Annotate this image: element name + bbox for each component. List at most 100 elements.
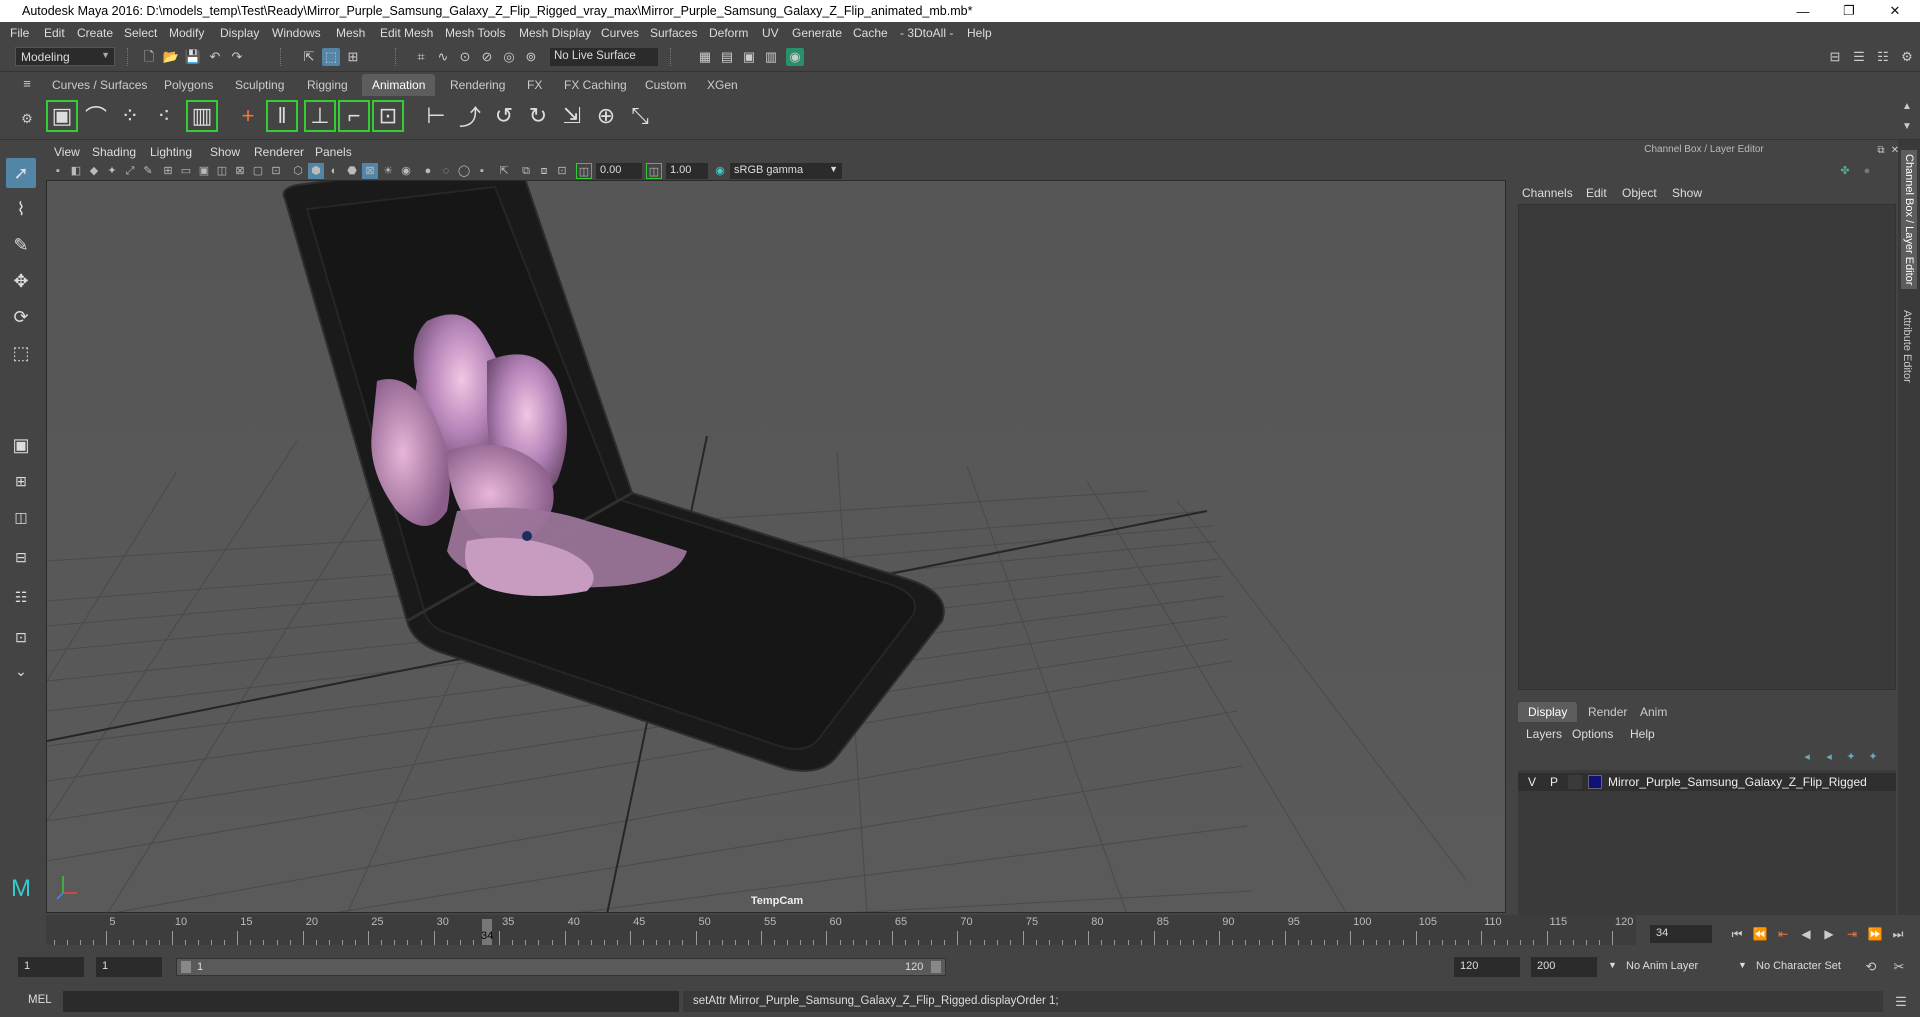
menu-mesh[interactable]: Mesh [336, 26, 365, 40]
select-component-icon[interactable]: ⊞ [344, 48, 362, 66]
time-slider[interactable]: 5 10 15 20 25 30 35 40 45 50 55 60 65 70 75 80 85 90 95 100… [46, 915, 1636, 945]
paint-select-tool-icon[interactable]: ✎ [6, 230, 36, 260]
save-scene-icon[interactable]: 💾 [184, 48, 202, 66]
snap-grid-icon[interactable]: ⌗ [412, 48, 430, 66]
viewport-menu-renderer[interactable]: Renderer [254, 145, 304, 159]
xray-icon[interactable]: ⧉ [518, 163, 534, 179]
expand-layouts-icon[interactable]: ⌄ [6, 656, 36, 686]
layer-visibility-toggle[interactable]: V [1528, 775, 1536, 789]
restore-button[interactable]: ❐ [1826, 0, 1872, 22]
current-frame-field[interactable]: 34 [1650, 925, 1712, 943]
layout-icon[interactable]: ⊟ [1826, 48, 1844, 66]
shelf-scroll-up-icon[interactable]: ▲ [1898, 98, 1916, 116]
tab-curves-surfaces[interactable]: Curves / Surfaces [42, 74, 157, 96]
exposure-field[interactable]: 0.00 [596, 163, 642, 179]
redo-icon[interactable]: ↷ [228, 48, 246, 66]
wireframe-icon[interactable]: ⬡ [290, 163, 306, 179]
gate-mask-icon[interactable]: ◫ [214, 163, 230, 179]
script-layout-icon[interactable]: ⊡ [6, 622, 36, 652]
wireframe-on-shaded-icon[interactable]: ⬣ [344, 163, 360, 179]
single-view-layout-icon[interactable]: ▣ [6, 430, 36, 460]
parent-constraint-icon[interactable]: ⊢ [420, 100, 452, 132]
tab-polygons[interactable]: Polygons [154, 74, 223, 96]
camera-select-icon[interactable]: ▪ [50, 163, 66, 179]
motion-blur-icon[interactable]: ◌ [438, 163, 454, 179]
camera-attributes-icon[interactable]: ◧ [68, 163, 84, 179]
layer-playback-toggle[interactable]: P [1550, 775, 1558, 789]
go-to-start-icon[interactable]: ⏮ [1728, 925, 1746, 943]
playblast-icon[interactable]: ▥ [186, 100, 218, 132]
viewport-menu-panels[interactable]: Panels [315, 145, 352, 159]
range-start-handle[interactable] [181, 961, 191, 973]
menu-help[interactable]: Help [967, 26, 992, 40]
aim-constraint-icon[interactable]: ↻ [522, 100, 554, 132]
viewport-menu-show[interactable]: Show [210, 145, 240, 159]
tab-animation[interactable]: Animation [362, 74, 436, 96]
options-menu[interactable]: Options [1572, 727, 1613, 741]
animation-start-field[interactable]: 1 [18, 957, 84, 977]
tab-anim-layers[interactable]: Anim [1630, 702, 1677, 722]
color-management-icon[interactable]: ◉ [712, 163, 728, 179]
layer-color-swatch[interactable] [1588, 775, 1602, 789]
menu-uv[interactable]: UV [762, 26, 779, 40]
menu-display[interactable]: Display [220, 26, 259, 40]
layer-type-toggle[interactable] [1568, 775, 1582, 789]
scale-tool-icon[interactable]: ⬚ [6, 338, 36, 368]
tab-rigging[interactable]: Rigging [297, 74, 358, 96]
render-current-icon[interactable]: ▤ [718, 48, 736, 66]
character-set-dropdown[interactable]: ▼ No Character Set [1736, 957, 1866, 977]
new-empty-layer-icon[interactable]: ✦ [1842, 748, 1860, 766]
menu-file[interactable]: File [10, 26, 29, 40]
tab-sculpting[interactable]: Sculpting [225, 74, 294, 96]
command-input[interactable] [63, 991, 679, 1012]
grease-pencil-icon[interactable]: ✎ [140, 163, 156, 179]
menu-deform[interactable]: Deform [709, 26, 748, 40]
snap-point-icon[interactable]: ⊙ [456, 48, 474, 66]
tab-rendering[interactable]: Rendering [440, 74, 515, 96]
2d-pan-zoom-icon[interactable]: ⤢ [122, 163, 138, 179]
viewport-menu-shading[interactable]: Shading [92, 145, 136, 159]
isolate-select-icon[interactable]: ⇱ [496, 163, 512, 179]
open-scene-icon[interactable]: 📂 [162, 48, 180, 66]
motion-trail-icon[interactable]: ⌒ [80, 100, 112, 132]
viewport-3d[interactable]: TempCam [46, 180, 1506, 913]
menu-surfaces[interactable]: Surfaces [650, 26, 697, 40]
tool-settings-icon[interactable]: ⚙ [1898, 48, 1916, 66]
new-scene-icon[interactable]: 🗋 [140, 48, 158, 66]
menu-generate[interactable]: Generate [792, 26, 842, 40]
pole-vector-icon[interactable]: ⊕ [590, 100, 622, 132]
attributes-icon[interactable]: ● [1858, 162, 1876, 180]
play-backwards-icon[interactable]: ◀ [1797, 925, 1815, 943]
live-surface-field[interactable]: No Live Surface [550, 48, 658, 66]
play-forwards-icon[interactable]: ▶ [1820, 925, 1838, 943]
depth-of-field-icon[interactable]: ▪ [474, 163, 490, 179]
exposure-icon[interactable]: ◫ [576, 163, 592, 179]
move-tool-icon[interactable]: ✥ [6, 266, 36, 296]
orient-constraint-icon[interactable]: ↺ [488, 100, 520, 132]
snap-curve-icon[interactable]: ∿ [434, 48, 452, 66]
snap-surface-icon[interactable]: ◎ [500, 48, 518, 66]
menu-3dtoall[interactable]: - 3DtoAll - [900, 26, 953, 40]
outliner-layout-icon[interactable]: ☷ [6, 582, 36, 612]
ghost-icon[interactable]: ⁘ [114, 100, 146, 132]
shelf-scroll-down-icon[interactable]: ▼ [1898, 118, 1916, 136]
scale-constraint-icon[interactable]: ⇲ [556, 100, 588, 132]
menu-cache[interactable]: Cache [853, 26, 888, 40]
graph-layout-icon[interactable]: ⊟ [6, 542, 36, 572]
new-layer-selected-icon[interactable]: ✦ [1864, 748, 1882, 766]
range-end-handle[interactable] [931, 961, 941, 973]
viewport-menu-lighting[interactable]: Lighting [150, 145, 192, 159]
menu-mesh-tools[interactable]: Mesh Tools [445, 26, 505, 40]
use-all-lights-icon[interactable]: ☀ [380, 163, 396, 179]
menu-edit-mesh[interactable]: Edit Mesh [380, 26, 433, 40]
anim-layer-dropdown[interactable]: ▼ No Anim Layer [1606, 957, 1736, 977]
colorspace-dropdown[interactable]: sRGB gamma ▼ [730, 163, 842, 179]
layers-menu[interactable]: Layers [1526, 727, 1562, 741]
safe-title-icon[interactable]: ⊡ [268, 163, 284, 179]
menu-edit[interactable]: Edit [44, 26, 65, 40]
menu-modify[interactable]: Modify [169, 26, 204, 40]
select-object-icon[interactable]: ⬚ [322, 48, 340, 66]
four-view-layout-icon[interactable]: ⊞ [6, 466, 36, 496]
lasso-tool-icon[interactable]: ⌇ [6, 194, 36, 224]
ik-spline-icon[interactable]: ⊥ [304, 100, 336, 132]
